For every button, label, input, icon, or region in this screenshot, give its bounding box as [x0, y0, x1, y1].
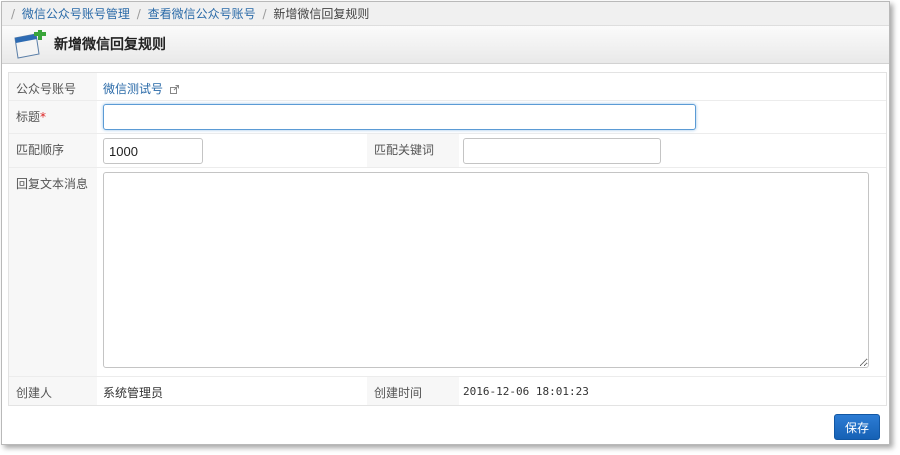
- match-order-input[interactable]: [103, 138, 203, 164]
- creator-value: 系统管理员: [103, 386, 164, 400]
- rule-form: 公众号账号 微信测试号 标题* 匹配顺序 匹配关键词 回复文本消息: [8, 72, 887, 406]
- save-button[interactable]: 保存: [834, 414, 880, 440]
- created-time-label: 创建时间: [367, 377, 459, 405]
- reply-text-textarea[interactable]: [103, 172, 869, 368]
- match-order-label: 匹配顺序: [9, 134, 97, 167]
- required-mark: *: [40, 110, 47, 124]
- external-link-icon: [169, 85, 179, 94]
- row-match: 匹配顺序 匹配关键词: [9, 134, 886, 168]
- row-title: 标题*: [9, 101, 886, 134]
- title-label-text: 标题: [16, 110, 41, 124]
- add-document-icon: [14, 30, 46, 59]
- title-input[interactable]: [103, 104, 696, 130]
- breadcrumb-separator: /: [262, 7, 267, 21]
- breadcrumb: / 微信公众号账号管理 / 查看微信公众号账号 / 新增微信回复规则: [2, 2, 889, 26]
- page-title: 新增微信回复规则: [54, 37, 166, 53]
- account-value: 微信测试号: [103, 80, 179, 97]
- breadcrumb-item-account-management[interactable]: 微信公众号账号管理: [22, 7, 130, 21]
- created-time-value: 2016-12-06 18:01:23: [463, 385, 589, 398]
- page-header: 新增微信回复规则: [2, 26, 889, 64]
- match-keyword-label: 匹配关键词: [367, 134, 459, 167]
- reply-text-label: 回复文本消息: [9, 168, 97, 376]
- row-account: 公众号账号 微信测试号: [9, 73, 886, 101]
- account-label: 公众号账号: [9, 73, 97, 100]
- dialog-window: / 微信公众号账号管理 / 查看微信公众号账号 / 新增微信回复规则 新增微信回…: [1, 1, 890, 445]
- account-link[interactable]: 微信测试号: [103, 82, 163, 96]
- creator-label: 创建人: [9, 377, 97, 405]
- breadcrumb-item-view-account[interactable]: 查看微信公众号账号: [148, 7, 256, 21]
- breadcrumb-item-current: 新增微信回复规则: [273, 7, 370, 21]
- breadcrumb-separator: /: [11, 7, 16, 21]
- match-keyword-input[interactable]: [463, 138, 661, 164]
- row-reply-text: 回复文本消息: [9, 168, 886, 377]
- breadcrumb-separator: /: [136, 7, 141, 21]
- row-meta: 创建人 系统管理员 创建时间 2016-12-06 18:01:23: [9, 377, 886, 405]
- title-label: 标题*: [9, 101, 97, 133]
